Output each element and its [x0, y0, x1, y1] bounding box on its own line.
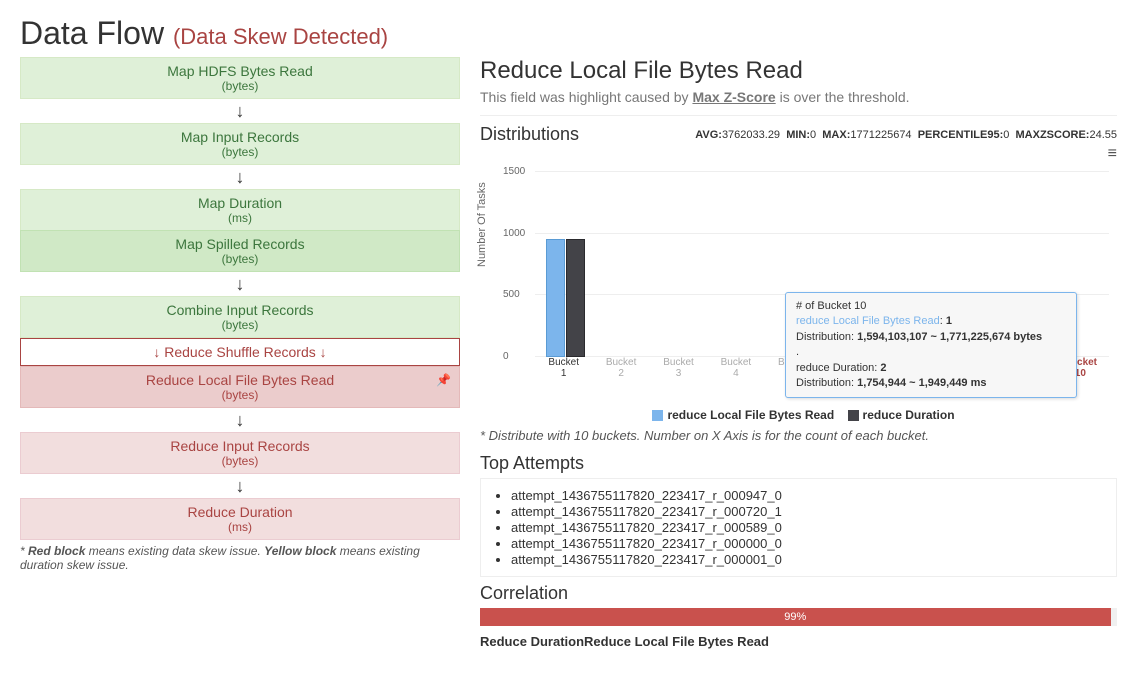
distribution-stats: AVG:3762033.29 MIN:0 MAX:1771225674 PERC…	[695, 129, 1117, 141]
arrow-down-icon: ↓	[20, 474, 460, 498]
flow-map-duration[interactable]: Map Duration (ms)	[20, 189, 460, 231]
arrow-down-icon: ↓	[20, 165, 460, 189]
title-subtext: (Data Skew Detected)	[173, 24, 388, 49]
distribution-chart: Number Of Tasks 050010001500 Bucket1Buck…	[480, 162, 1117, 412]
arrow-down-icon: ↓	[153, 344, 160, 360]
detail-title: Reduce Local File Bytes Read	[480, 57, 1117, 85]
title-text: Data Flow	[20, 15, 164, 51]
page-title: Data Flow (Data Skew Detected)	[20, 15, 1117, 52]
flow-reduce-duration[interactable]: Reduce Duration (ms)	[20, 498, 460, 540]
pin-icon[interactable]: 📌	[436, 373, 451, 387]
arrow-down-icon: ↓	[20, 408, 460, 432]
arrow-down-icon: ↓	[20, 272, 460, 296]
top-attempts-label: Top Attempts	[480, 453, 1117, 474]
tooltip-title: # of Bucket 10	[796, 299, 1066, 314]
flow-map-input-records[interactable]: Map Input Records (bytes)	[20, 123, 460, 165]
chart-tooltip: # of Bucket 10 reduce Local File Bytes R…	[785, 292, 1077, 398]
chart-y-label: Number Of Tasks	[476, 182, 488, 267]
flow-combine-input-records[interactable]: Combine Input Records (bytes)	[20, 296, 460, 338]
max-zscore-link[interactable]: Max Z-Score	[692, 89, 775, 105]
arrow-down-icon: ↓	[20, 99, 460, 123]
flow-reduce-input-records[interactable]: Reduce Input Records (bytes)	[20, 432, 460, 474]
detail-help: This field was highlight caused by Max Z…	[480, 89, 1117, 105]
correlation-fill: 99%	[480, 608, 1111, 626]
attempt-item[interactable]: attempt_1436755117820_223417_r_000000_0	[511, 536, 1108, 551]
attempt-item[interactable]: attempt_1436755117820_223417_r_000001_0	[511, 552, 1108, 567]
flow-reduce-local-file-bytes[interactable]: 📌 Reduce Local File Bytes Read (bytes)	[20, 366, 460, 408]
top-attempts-box: attempt_1436755117820_223417_r_000947_0 …	[480, 478, 1117, 577]
attempt-item[interactable]: attempt_1436755117820_223417_r_000947_0	[511, 488, 1108, 503]
flow-map-spilled-records[interactable]: Map Spilled Records (bytes)	[20, 230, 460, 272]
flow-map-hdfs-bytes[interactable]: Map HDFS Bytes Read (bytes)	[20, 57, 460, 99]
correlation-names: Reduce DurationReduce Local File Bytes R…	[480, 634, 1117, 649]
chart-menu-icon[interactable]: ≡	[1108, 145, 1117, 162]
correlation-label: Correlation	[480, 583, 1117, 604]
flow-footnote: * Red block means existing data skew iss…	[20, 544, 460, 572]
distributions-label: Distributions	[480, 124, 579, 145]
distribution-note: * Distribute with 10 buckets. Number on …	[480, 428, 1117, 443]
correlation-bar: 99%	[480, 608, 1117, 626]
attempt-item[interactable]: attempt_1436755117820_223417_r_000720_1	[511, 504, 1108, 519]
arrow-down-icon: ↓	[320, 344, 327, 360]
flow-reduce-shuffle-records[interactable]: ↓ Reduce Shuffle Records ↓	[20, 338, 460, 366]
attempt-item[interactable]: attempt_1436755117820_223417_r_000589_0	[511, 520, 1108, 535]
